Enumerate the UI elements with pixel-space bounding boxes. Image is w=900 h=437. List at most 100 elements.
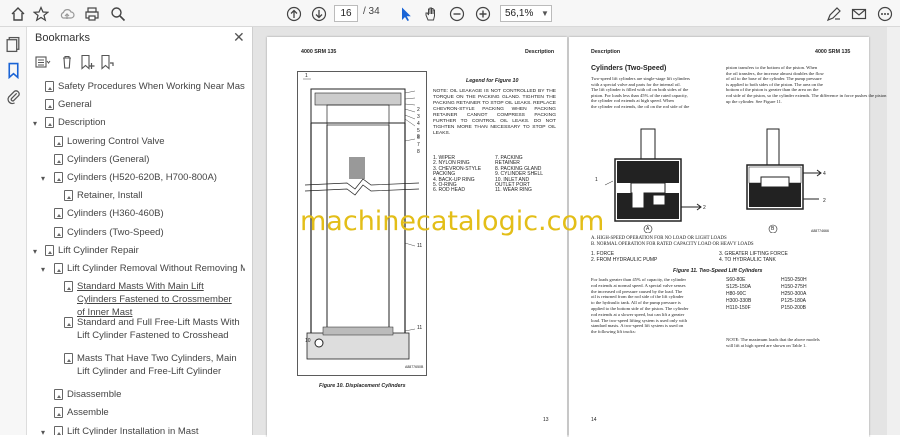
page-13: 4000 SRM 135 Description 1 10 2 3 4 5 6 … <box>267 37 567 437</box>
legend-entry: H80-90C <box>726 291 747 297</box>
figure-11-legend-ab: A. HIGH-SPEED OPERATION FOR NO LOAD OR L… <box>591 236 861 248</box>
bookmark-label: Lowering Control Valve <box>67 135 165 147</box>
attachments-paperclip-icon[interactable] <box>5 88 22 105</box>
bookmark-label: Safety Procedures When Working Near Mast <box>58 81 245 92</box>
bookmark-star-icon[interactable] <box>31 4 50 23</box>
callout-2-b: 2 <box>823 198 826 204</box>
bookmark-tools <box>35 54 235 70</box>
expand-toggle-icon[interactable]: ▾ <box>41 172 45 186</box>
bookmarks-panel-icon[interactable] <box>5 62 22 80</box>
watermark-text: machinecatalogic.com <box>300 206 605 237</box>
document-viewport: 4000 SRM 135 Description 1 10 2 3 4 5 6 … <box>253 27 887 437</box>
figure-label-a: A <box>646 226 650 232</box>
chevron-down-icon[interactable]: ▼ <box>541 5 549 22</box>
bookmark-label: Cylinders (H360-460B) <box>67 208 164 220</box>
legend-entry: H250-300A <box>781 291 807 297</box>
bookmark-icon <box>64 317 73 329</box>
zoom-in-icon[interactable] <box>473 4 492 23</box>
figure-label-b: B <box>771 226 775 232</box>
page-number: 13 <box>543 417 549 423</box>
page-thumbnails-icon[interactable] <box>5 36 22 53</box>
bookmark-icon <box>45 99 54 111</box>
oil-leakage-note: NOTE: OIL LEAKAGE IS NOT CONTROLLED BY T… <box>433 89 556 136</box>
search-icon[interactable] <box>108 4 127 23</box>
next-page-icon[interactable] <box>309 4 328 23</box>
expand-toggle-icon[interactable]: ▾ <box>33 117 37 131</box>
previous-page-icon[interactable] <box>284 4 303 23</box>
expand-toggle-icon[interactable]: ▾ <box>41 263 45 277</box>
bookmark-label: Cylinders (H520-620B, H700-800A) <box>67 172 217 183</box>
bookmark-label: Standard Masts With Main Lift Cylinders … <box>77 281 232 319</box>
new-bookmark-icon[interactable] <box>79 54 95 70</box>
page-header-left: 4000 SRM 135 <box>301 49 337 55</box>
bookmark-icon <box>54 153 63 165</box>
bookmark-label: Lift Cylinder Repair <box>58 244 139 256</box>
legend-entry: S60-80E <box>726 277 746 283</box>
bookmark-icon <box>54 389 63 401</box>
callout-11-lower: 11 <box>417 325 423 331</box>
callout-2-a: 2 <box>703 205 706 211</box>
page-header-right: Description <box>525 49 555 55</box>
legend-entry: 2. FROM HYDRAULIC PUMP <box>591 257 658 263</box>
legend-entry: P150-200B <box>781 305 807 311</box>
page-header-left: Description <box>591 49 621 55</box>
select-cursor-icon[interactable] <box>396 4 415 23</box>
text-line: the following lift trucks: <box>591 329 636 335</box>
figure-11-caption: Figure 11. Two-Speed Lift Cylinders <box>673 268 763 274</box>
callout-1: 1 <box>305 73 308 79</box>
print-icon[interactable] <box>82 4 101 23</box>
intro-column-left: Two-speed lift cylinders are single-stag… <box>591 76 719 110</box>
close-icon[interactable]: ✕ <box>233 29 245 46</box>
legend-entry: 4. TO HYDRAULIC TANK <box>719 257 776 263</box>
bookmark-icon <box>45 244 54 256</box>
cloud-upload-icon[interactable] <box>57 4 76 23</box>
section-title: Cylinders (Two-Speed) <box>591 65 667 72</box>
more-options-icon[interactable] <box>875 4 894 23</box>
sign-pen-icon[interactable] <box>824 4 843 23</box>
email-icon[interactable] <box>849 4 868 23</box>
bookmark-icon <box>45 81 54 92</box>
bookmark-icon <box>45 117 54 129</box>
home-icon[interactable] <box>8 4 27 23</box>
navigation-rail <box>0 27 27 435</box>
figure-10-caption: Figure 10. Displacement Cylinders <box>319 383 406 389</box>
page-number: 14 <box>591 417 597 423</box>
expand-bookmark-icon[interactable] <box>99 54 115 70</box>
document-scrollbar[interactable] <box>887 27 900 435</box>
bookmark-label: Lift Cylinder Removal Without Removing M… <box>67 263 245 274</box>
page-14: Description 4000 SRM 135 Cylinders (Two-… <box>569 37 886 437</box>
callout-1: 1 <box>595 177 598 183</box>
text-line: the cylinder rod extends, the oil on the… <box>591 103 690 109</box>
bookmark-label: Masts That Have Two Cylinders, Main Lift… <box>77 353 237 378</box>
expand-toggle-icon[interactable]: ▾ <box>33 245 37 259</box>
callout-4: 4 <box>823 171 826 177</box>
callouts-2-to-8: 2345678 <box>417 107 420 155</box>
bookmark-icon <box>54 135 63 147</box>
text-line: up the cylinder. See Figure 11. <box>726 98 783 104</box>
legend-entry: H300-330B <box>726 298 752 304</box>
bookmark-icon <box>54 226 63 238</box>
bookmark-options-icon[interactable] <box>35 54 51 70</box>
bookmark-label: Retainer, Install <box>77 190 143 202</box>
hand-tool-icon[interactable] <box>421 4 440 23</box>
bookmark-label: Cylinders (Two-Speed) <box>67 226 164 238</box>
figure-10-code: A8877650B <box>405 365 424 369</box>
bookmark-icon <box>54 425 63 435</box>
legend-entry: S125-150A <box>726 284 752 290</box>
expand-toggle-icon[interactable]: ▾ <box>41 426 45 435</box>
two-speed-cylinder-drawing <box>604 128 822 233</box>
legend-entry: H150-275H <box>781 284 807 290</box>
legend-entry: 11. WEAR RING <box>495 187 532 194</box>
callout-9: 9 <box>417 134 420 140</box>
zoom-out-icon[interactable] <box>447 4 466 23</box>
panel-title: Bookmarks <box>35 32 91 44</box>
page-number-input[interactable]: 16 <box>334 5 358 22</box>
bookmark-icon <box>54 263 63 274</box>
body-column-left: For loads greater than 45% of capacity, … <box>591 277 719 335</box>
legend-entry: P125-180A <box>781 298 807 304</box>
maximum-loads-note: NOTE: The maximum loads that the above m… <box>726 337 854 349</box>
bookmark-label: Description <box>58 117 106 129</box>
main-toolbar: 16 / 34 56,1% ▼ <box>0 0 900 27</box>
delete-bookmark-icon[interactable] <box>59 54 75 70</box>
legend-title: Legend for Figure 10 <box>466 78 519 84</box>
